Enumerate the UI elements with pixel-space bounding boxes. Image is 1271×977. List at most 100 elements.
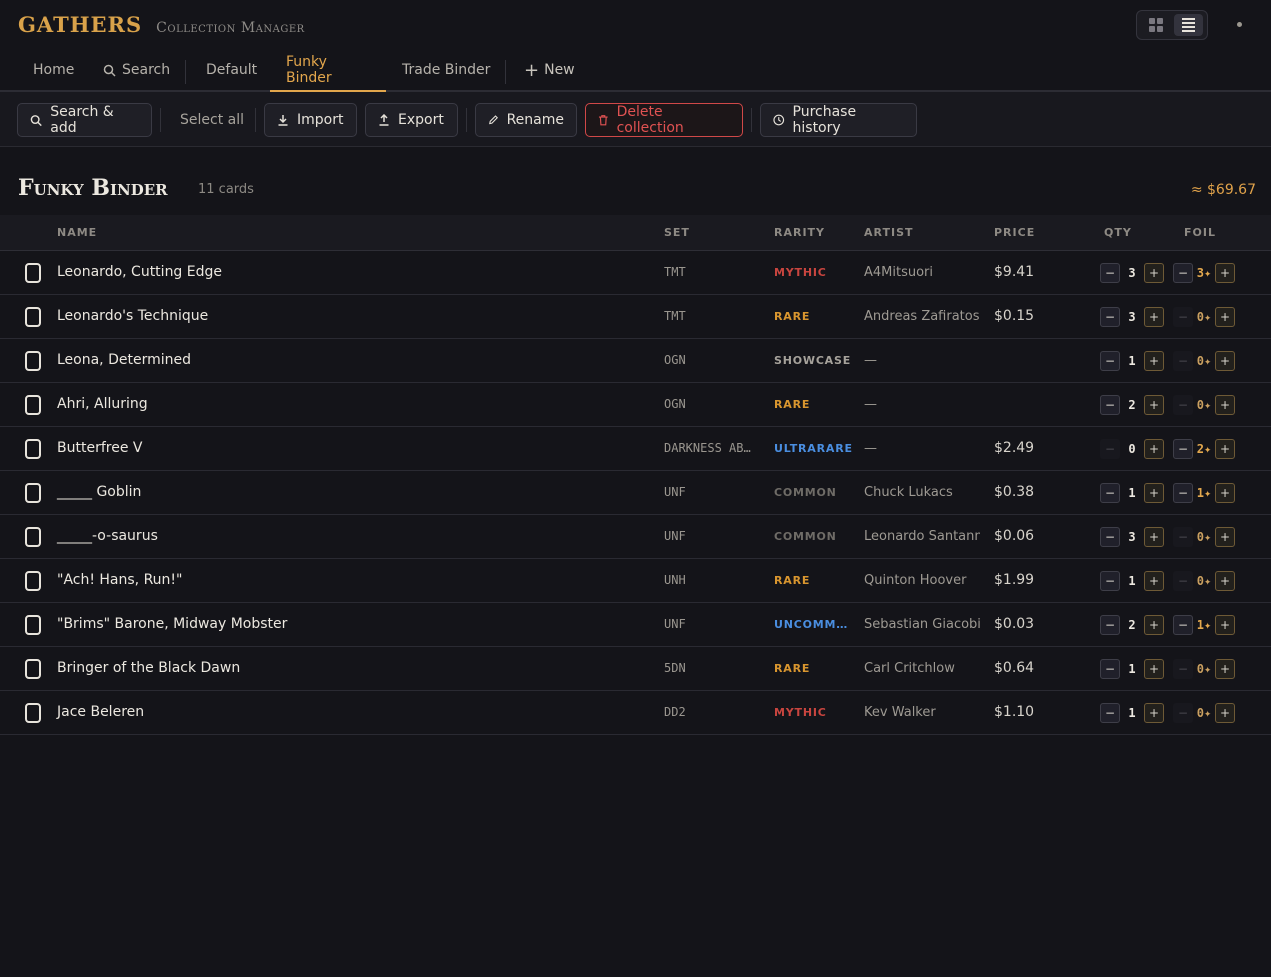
card-name[interactable]: Leona, Determined — [57, 352, 191, 368]
card-name[interactable]: Leonardo, Cutting Edge — [57, 264, 222, 280]
qty-decrement-button[interactable]: − — [1100, 483, 1120, 503]
table-row[interactable]: Leonardo, Cutting Edge TMT MYTHIC A4Mitsuor… — [0, 251, 1271, 295]
tab-home[interactable]: Home — [33, 50, 74, 90]
select-all-button[interactable]: Select all — [180, 103, 244, 137]
foil-increment-button[interactable]: + — [1215, 659, 1235, 679]
qty-increment-button[interactable]: + — [1144, 351, 1164, 371]
card-name[interactable]: Ahri, Alluring — [57, 396, 148, 412]
tab-search[interactable]: Search — [103, 50, 170, 90]
qty-increment-button[interactable]: + — [1144, 439, 1164, 459]
export-button[interactable]: Export — [365, 103, 458, 137]
qty-increment-button[interactable]: + — [1144, 615, 1164, 635]
foil-increment-button[interactable]: + — [1215, 439, 1235, 459]
qty-decrement-button[interactable]: − — [1100, 439, 1120, 459]
row-checkbox[interactable] — [25, 659, 41, 679]
row-checkbox[interactable] — [25, 483, 41, 503]
rename-button[interactable]: Rename — [475, 103, 577, 137]
app-logo[interactable]: GATHERS — [18, 12, 142, 37]
table-row[interactable]: Bringer of the Black Dawn 5DN RARE Carl Cri… — [0, 647, 1271, 691]
qty-increment-button[interactable]: + — [1144, 263, 1164, 283]
table-row[interactable]: _____ Goblin UNF COMMON Chuck Lukacs $0.38−1… — [0, 471, 1271, 515]
table-row[interactable]: Jace Beleren DD2 MYTHIC Kev Walker $1.10−1 + −… — [0, 691, 1271, 735]
qty-increment-button[interactable]: + — [1144, 527, 1164, 547]
tab-new[interactable]: + New — [524, 50, 575, 90]
card-name[interactable]: Leonardo's Technique — [57, 308, 208, 324]
grid-view-button[interactable] — [1141, 14, 1170, 36]
foil-increment-button[interactable]: + — [1215, 571, 1235, 591]
table-row[interactable]: Butterfree V DARKNESS AB… ULTRARARE — $2.49 −… — [0, 427, 1271, 471]
foil-decrement-button[interactable]: − — [1173, 659, 1193, 679]
qty-decrement-button[interactable]: − — [1100, 307, 1120, 327]
qty-increment-button[interactable]: + — [1144, 307, 1164, 327]
qty-increment-button[interactable]: + — [1144, 395, 1164, 415]
foil-increment-button[interactable]: + — [1215, 263, 1235, 283]
card-name[interactable]: "Brims" Barone, Midway Mobster — [57, 616, 287, 632]
table-row[interactable]: Ahri, Alluring OGN RARE — −2 + −0✦ + — [0, 383, 1271, 427]
row-checkbox[interactable] — [25, 527, 41, 547]
qty-decrement-button[interactable]: − — [1100, 395, 1120, 415]
foil-decrement-button[interactable]: − — [1173, 483, 1193, 503]
foil-decrement-button[interactable]: − — [1173, 615, 1193, 635]
card-name[interactable]: Butterfree V — [57, 440, 142, 456]
table-row[interactable]: Leonardo's Technique TMT RARE Andreas Zafir… — [0, 295, 1271, 339]
foil-decrement-button[interactable]: − — [1173, 703, 1193, 723]
card-name[interactable]: _____-o-saurus — [57, 528, 158, 544]
card-name[interactable]: Bringer of the Black Dawn — [57, 660, 240, 676]
tab-trade-binder[interactable]: Trade Binder — [402, 50, 490, 90]
row-checkbox[interactable] — [25, 307, 41, 327]
table-row[interactable]: "Ach! Hans, Run!" UNH RARE Quinton Hoover $1… — [0, 559, 1271, 603]
card-name[interactable]: _____ Goblin — [57, 484, 141, 500]
row-checkbox[interactable] — [25, 263, 41, 283]
qty-decrement-button[interactable]: − — [1100, 351, 1120, 371]
column-header-foil[interactable]: FOIL — [1184, 226, 1216, 239]
qty-decrement-button[interactable]: − — [1100, 703, 1120, 723]
tab-funky-binder[interactable]: Funky Binder — [270, 50, 386, 92]
card-name[interactable]: Jace Beleren — [57, 704, 144, 720]
foil-decrement-button[interactable]: − — [1173, 571, 1193, 591]
foil-increment-button[interactable]: + — [1215, 703, 1235, 723]
column-header-name[interactable]: NAME — [57, 226, 97, 239]
foil-increment-button[interactable]: + — [1215, 483, 1235, 503]
row-checkbox[interactable] — [25, 615, 41, 635]
row-checkbox[interactable] — [25, 571, 41, 591]
foil-increment-button[interactable]: + — [1215, 615, 1235, 635]
qty-decrement-button[interactable]: − — [1100, 659, 1120, 679]
list-view-button[interactable] — [1174, 14, 1203, 36]
row-checkbox[interactable] — [25, 703, 41, 723]
brand[interactable]: GATHERS Collection Manager — [18, 12, 305, 37]
qty-decrement-button[interactable]: − — [1100, 571, 1120, 591]
table-row[interactable]: _____-o-saurus UNF COMMON Leonardo Santanna… — [0, 515, 1271, 559]
foil-increment-button[interactable]: + — [1215, 307, 1235, 327]
qty-increment-button[interactable]: + — [1144, 659, 1164, 679]
foil-decrement-button[interactable]: − — [1173, 527, 1193, 547]
delete-collection-button[interactable]: Delete collection — [585, 103, 743, 137]
tab-default[interactable]: Default — [206, 50, 257, 90]
table-row[interactable]: Leona, Determined OGN SHOWCASE — −1 + −0✦ + — [0, 339, 1271, 383]
foil-decrement-button[interactable]: − — [1173, 395, 1193, 415]
row-checkbox[interactable] — [25, 395, 41, 415]
status-dot[interactable] — [1237, 22, 1242, 27]
foil-decrement-button[interactable]: − — [1173, 307, 1193, 327]
import-button[interactable]: Import — [264, 103, 357, 137]
column-header-rarity[interactable]: RARITY — [774, 226, 825, 239]
foil-decrement-button[interactable]: − — [1173, 263, 1193, 283]
foil-decrement-button[interactable]: − — [1173, 351, 1193, 371]
search-add-button[interactable]: Search & add — [17, 103, 152, 137]
foil-increment-button[interactable]: + — [1215, 527, 1235, 547]
qty-decrement-button[interactable]: − — [1100, 263, 1120, 283]
qty-decrement-button[interactable]: − — [1100, 615, 1120, 635]
column-header-set[interactable]: SET — [664, 226, 690, 239]
column-header-qty[interactable]: QTY — [1104, 226, 1132, 239]
column-header-price[interactable]: PRICE — [994, 226, 1035, 239]
qty-increment-button[interactable]: + — [1144, 703, 1164, 723]
column-header-artist[interactable]: ARTIST — [864, 226, 914, 239]
row-checkbox[interactable] — [25, 439, 41, 459]
table-row[interactable]: "Brims" Barone, Midway Mobster UNF UNCOMM…… — [0, 603, 1271, 647]
qty-increment-button[interactable]: + — [1144, 483, 1164, 503]
foil-decrement-button[interactable]: − — [1173, 439, 1193, 459]
foil-increment-button[interactable]: + — [1215, 351, 1235, 371]
purchase-history-button[interactable]: Purchase history — [760, 103, 917, 137]
card-name[interactable]: "Ach! Hans, Run!" — [57, 572, 182, 588]
row-checkbox[interactable] — [25, 351, 41, 371]
foil-increment-button[interactable]: + — [1215, 395, 1235, 415]
